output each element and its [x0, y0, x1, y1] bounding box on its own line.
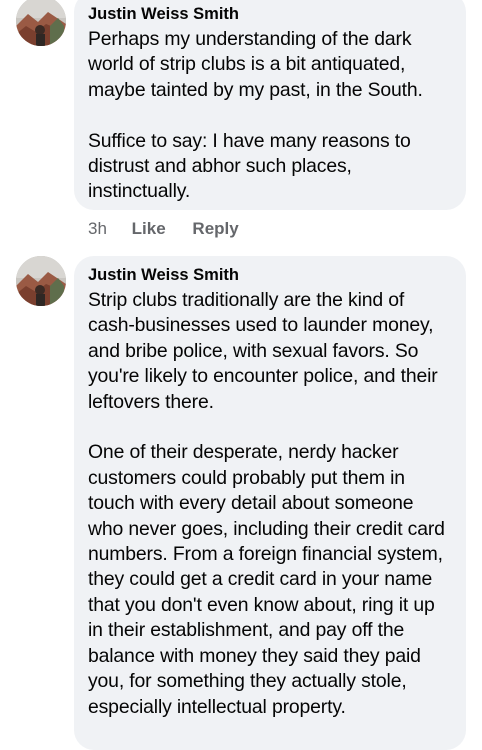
comment-author[interactable]: Justin Weiss Smith: [88, 265, 452, 285]
author-avatar[interactable]: [16, 0, 66, 46]
comment-author[interactable]: Justin Weiss Smith: [88, 4, 452, 24]
comment: Justin Weiss Smith Perhaps my understand…: [0, 0, 482, 245]
comment-text: Strip clubs traditionally are the kind o…: [88, 289, 445, 718]
reply-button[interactable]: Reply: [192, 219, 238, 238]
profile-photo-icon: [16, 256, 66, 306]
comment-timestamp[interactable]: 3h: [88, 219, 107, 238]
author-avatar[interactable]: [16, 256, 66, 306]
comment: Justin Weiss Smith Strip clubs tradition…: [0, 256, 482, 750]
comment-bubble: Justin Weiss Smith Strip clubs tradition…: [74, 256, 466, 750]
like-button[interactable]: Like: [132, 219, 166, 238]
comment-bubble: Justin Weiss Smith Perhaps my understand…: [74, 0, 466, 210]
comment-text: Perhaps my understanding of the dark wor…: [88, 28, 423, 203]
comment-actions: 3h Like Reply: [88, 219, 261, 239]
profile-photo-icon: [16, 0, 66, 46]
